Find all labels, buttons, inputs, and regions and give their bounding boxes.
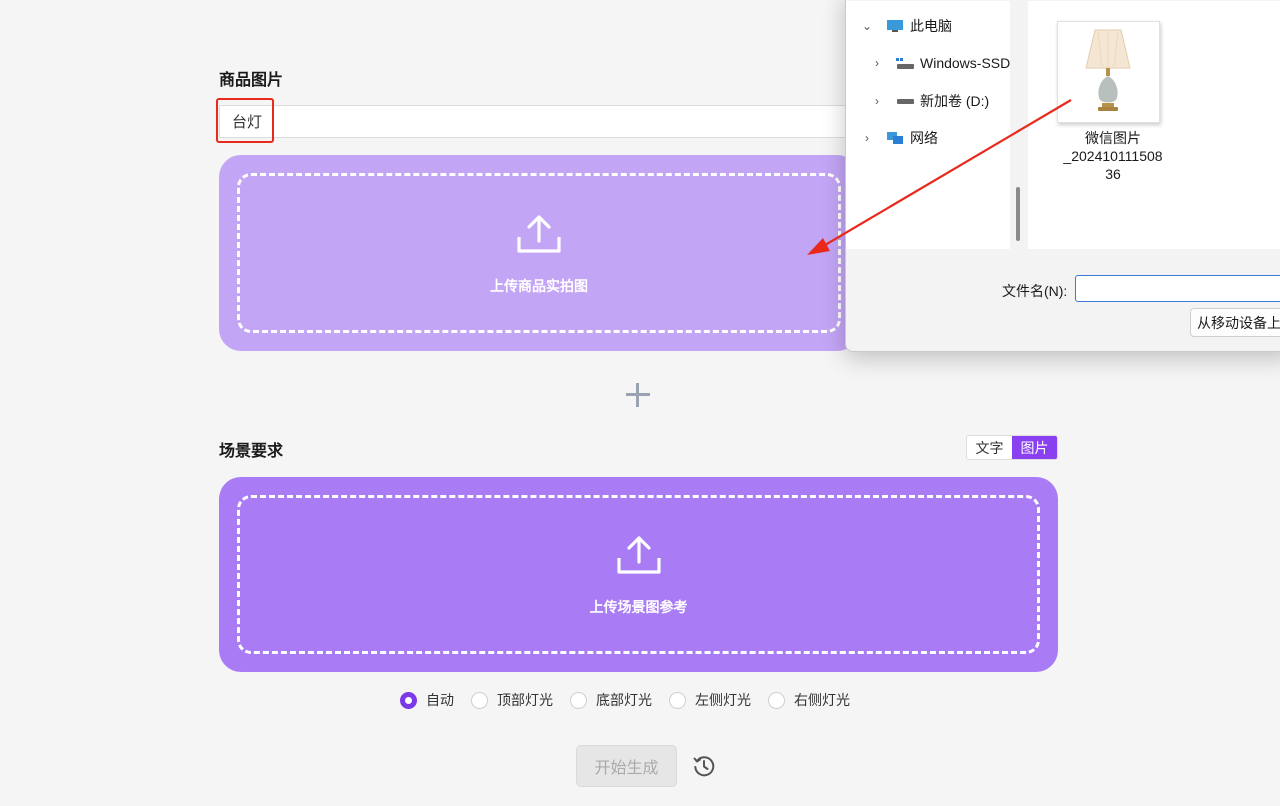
radio-checked-icon[interactable] [400, 691, 417, 709]
chevron-right-icon[interactable]: › [860, 131, 874, 145]
product-upload-label: 上传商品实拍图 [490, 278, 588, 294]
file-item-name[interactable]: 微信图片 _202410111508 36 [1048, 129, 1178, 183]
radio-unchecked-icon[interactable] [768, 691, 785, 709]
product-section-title: 商品图片 [219, 72, 284, 89]
scene-mode-toggle: 文字 图片 [966, 435, 1058, 460]
chevron-right-icon[interactable]: › [870, 94, 884, 108]
scrollbar-thumb[interactable] [1016, 187, 1020, 241]
dialog-nav-pane: ⌄ 此电脑 › Windows-SSD › 新加卷 (D:) › 网络 [846, 1, 1010, 249]
nav-item-network[interactable]: › 网络 [860, 126, 938, 150]
chevron-right-icon[interactable]: › [870, 56, 884, 70]
nav-item-this-pc[interactable]: ⌄ 此电脑 [860, 14, 952, 38]
radio-label: 顶部灯光 [497, 692, 553, 708]
toggle-image-option[interactable]: 图片 [1012, 436, 1057, 459]
nav-item-new-volume-d[interactable]: › 新加卷 (D:) [870, 89, 989, 113]
radio-unchecked-icon[interactable] [570, 691, 587, 709]
radio-unchecked-icon[interactable] [471, 691, 488, 709]
drive-icon [897, 99, 914, 104]
upload-icon [616, 536, 661, 574]
file-item-thumbnail[interactable] [1057, 21, 1160, 123]
plus-icon [624, 381, 652, 409]
nav-item-windows-ssd[interactable]: › Windows-SSD [870, 51, 1010, 75]
radio-left-light[interactable]: 左侧灯光 [669, 690, 751, 710]
product-upload-zone[interactable]: 上传商品实拍图 [219, 155, 859, 351]
radio-label: 左侧灯光 [695, 692, 751, 708]
scene-section-title: 场景要求 [219, 443, 284, 460]
radio-bottom-light[interactable]: 底部灯光 [570, 690, 652, 710]
table-lamp-image [1085, 29, 1131, 111]
history-clock-icon[interactable] [693, 755, 715, 777]
file-open-dialog: ⌄ 此电脑 › Windows-SSD › 新加卷 (D:) › 网络 微信图片… [845, 0, 1280, 352]
filename-input[interactable] [1075, 275, 1280, 302]
radio-label: 底部灯光 [596, 692, 652, 708]
lighting-radio-group: 自动 顶部灯光 底部灯光 左侧灯光 右侧灯光 [400, 690, 867, 710]
nav-label: Windows-SSD [920, 55, 1011, 71]
radio-label: 右侧灯光 [794, 692, 850, 708]
network-icon [887, 132, 903, 144]
nav-scrollbar[interactable] [1010, 1, 1028, 249]
scene-upload-label: 上传场景图参考 [589, 599, 688, 615]
toggle-text-option[interactable]: 文字 [967, 436, 1012, 459]
drive-icon [896, 58, 914, 69]
radio-label: 自动 [426, 692, 454, 708]
product-name-input[interactable]: 台灯 [219, 105, 859, 138]
nav-label: 新加卷 (D:) [920, 93, 990, 109]
radio-top-light[interactable]: 顶部灯光 [471, 690, 553, 710]
filename-label: 文件名(N): [1002, 283, 1068, 299]
dialog-file-list: 微信图片 _202410111508 36 [1028, 1, 1280, 249]
nav-label: 此电脑 [910, 18, 952, 34]
monitor-icon [887, 20, 903, 32]
annotation-highlight-box [216, 98, 274, 143]
chevron-down-icon[interactable]: ⌄ [860, 19, 874, 33]
start-generate-button[interactable]: 开始生成 [576, 745, 677, 787]
nav-label: 网络 [910, 130, 938, 146]
radio-auto[interactable]: 自动 [400, 690, 454, 710]
radio-unchecked-icon[interactable] [669, 691, 686, 709]
upload-from-mobile-button[interactable]: 从移动设备上 [1190, 308, 1280, 337]
scene-upload-zone[interactable]: 上传场景图参考 [219, 477, 1058, 672]
radio-right-light[interactable]: 右侧灯光 [768, 690, 850, 710]
upload-icon [517, 215, 561, 253]
